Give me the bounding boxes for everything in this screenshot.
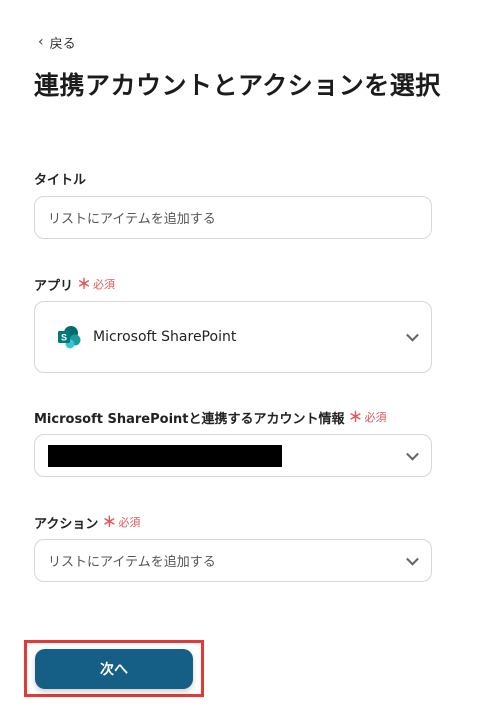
title-label-text: タイトル [34,173,87,188]
redacted-account-value [48,444,282,467]
account-select[interactable] [34,434,432,477]
next-button[interactable]: 次へ [35,649,193,689]
app-label-text: アプリ [34,278,74,294]
required-text: 必須 [118,516,141,529]
svg-text:S: S [61,333,67,343]
required-mark: ＊ [102,515,117,531]
account-label-text: Microsoft SharePointと連携するアカウント情報 [34,411,345,427]
next-button-highlight: 次へ [24,640,204,697]
title-field-label: タイトル [34,169,86,188]
title-input[interactable]: リストにアイテムを追加する [34,196,432,239]
chevron-down-icon [406,552,419,566]
required-text: 必須 [93,278,116,291]
required-mark: ＊ [348,410,363,426]
app-select[interactable]: S Microsoft SharePoint [34,301,432,373]
chevron-left-icon: ‹ [38,33,44,50]
page-title: 連携アカウントとアクションを選択 [34,71,441,100]
required-mark: ＊ [77,277,92,293]
app-field-label: アプリ ＊ 必須 [34,274,115,294]
action-select-value: リストにアイテムを追加する [48,555,216,570]
required-text: 必須 [364,411,387,424]
account-field-label: Microsoft SharePointと連携するアカウント情報 ＊ 必須 [34,407,387,427]
action-select[interactable]: リストにアイテムを追加する [34,539,432,582]
title-input-value: リストにアイテムを追加する [48,212,216,227]
back-label: 戻る [49,37,76,52]
app-select-value: Microsoft SharePoint [93,329,237,345]
sharepoint-icon: S [58,326,81,349]
action-field-label: アクション ＊ 必須 [34,512,140,532]
chevron-down-icon [406,328,419,342]
action-label-text: アクション [34,516,99,532]
back-link[interactable]: ‹ 戻る [38,33,76,53]
chevron-down-icon [406,447,419,461]
